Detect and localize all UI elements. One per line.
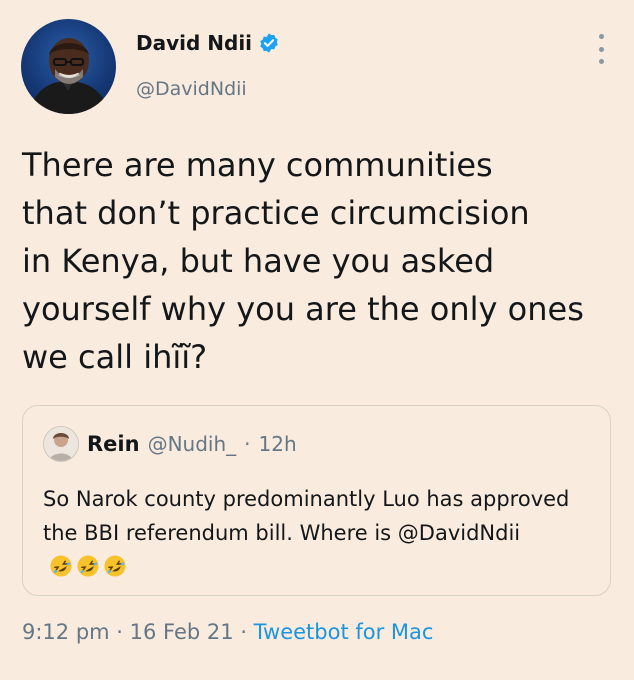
tweet-time[interactable]: 9:12 pm [22,620,110,644]
rolling-on-floor-laughing-icon [103,554,127,578]
tweet-source-link[interactable]: Tweetbot for Mac [254,620,434,644]
quoted-separator: · [244,432,251,456]
author-display-name[interactable]: David Ndii [136,31,252,55]
quoted-tweet-card[interactable]: Rein @Nudih_ · 12h So Narok county predo… [22,405,611,596]
quoted-author-avatar[interactable] [43,426,79,462]
tweet-date[interactable]: 16 Feb 21 [130,620,234,644]
quoted-tweet-header: Rein @Nudih_ · 12h [43,426,297,462]
quoted-timestamp[interactable]: 12h [259,432,297,456]
verified-badge-icon [258,32,280,54]
tweet-meta: 9:12 pm · 16 Feb 21 · Tweetbot for Mac [22,620,433,644]
rolling-on-floor-laughing-icon [49,554,73,578]
quoted-tweet-text-block: So Narok county predominantly Luo has ap… [43,482,588,584]
more-options-icon[interactable] [594,34,608,64]
author-name-row: David Ndii [136,31,280,55]
quoted-author-name[interactable]: Rein [87,432,140,456]
quoted-tweet-text: So Narok county predominantly Luo has ap… [43,487,570,545]
tweet-text: There are many communities that don’t pr… [22,146,584,376]
meta-separator: · [233,620,254,644]
rolling-on-floor-laughing-icon [76,554,100,578]
author-handle[interactable]: @DavidNdii [136,78,247,100]
emoji-group [49,554,127,578]
quoted-author-handle[interactable]: @Nudih_ [148,432,237,456]
author-avatar[interactable] [21,19,116,114]
meta-separator: · [109,620,130,644]
